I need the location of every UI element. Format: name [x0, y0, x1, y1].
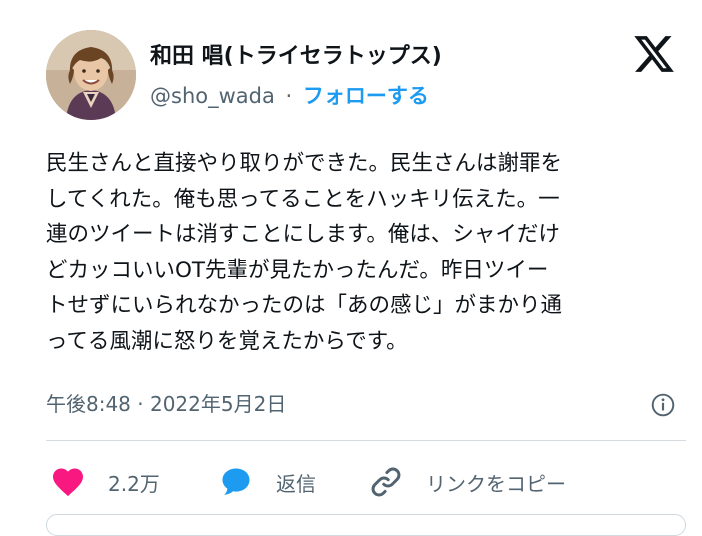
tweet-text-line: トせずにいられなかったのは「あの感じ」がまかり通: [46, 293, 563, 318]
tweet-text-line: 連のツイートは消すことにします。俺は、シャイだけ: [46, 222, 560, 247]
like-count: 2.2万: [108, 471, 160, 496]
tweet-text-line: ってる風潮に怒りを覚えたからです。: [46, 328, 408, 354]
separator-dot: ·: [285, 84, 293, 108]
author-display-name[interactable]: 和田 唱(トライセラトップス): [150, 38, 442, 70]
author-handle[interactable]: @sho_wada: [150, 84, 275, 108]
tweet-text-line: 民生さんと直接やり取りができた。民生さんは謝罪を: [46, 151, 563, 176]
heart-icon: [53, 468, 83, 497]
tweet-text-line: どカッコいいOT先輩が見たかったんだ。昨日ツイー: [46, 257, 549, 283]
copy-link-label: リンクをコピー: [426, 471, 566, 496]
link-icon: [371, 467, 401, 497]
follow-button[interactable]: フォローする: [303, 84, 429, 108]
author-handle-row: @sho_wada · フォローする: [150, 80, 429, 110]
tweet-embed-card: 和田 唱(トライセラトップス) @sho_wada · フォローする 民生さんと…: [0, 0, 702, 536]
info-icon[interactable]: [650, 392, 676, 418]
read-replies-button-edge[interactable]: [46, 514, 686, 536]
tweet-text: 民生さんと直接やり取りができた。民生さんは謝罪を してくれた。俺も思ってることを…: [46, 146, 686, 359]
avatar[interactable]: [46, 30, 136, 120]
like-button[interactable]: 2.2万: [50, 462, 160, 502]
x-logo-icon[interactable]: [632, 32, 676, 76]
action-bar: 2.2万 返信 リンクをコピー: [46, 462, 686, 502]
divider: [46, 440, 686, 441]
avatar-image: [46, 30, 136, 120]
tweet-timestamp[interactable]: 午後8:48 · 2022年5月2日: [46, 388, 286, 417]
tweet-text-line: してくれた。俺も思ってることをハッキリ伝えた。一: [46, 186, 560, 212]
reply-button[interactable]: 返信: [218, 462, 316, 502]
copy-link-button[interactable]: リンクをコピー: [368, 462, 566, 502]
reply-bubble-icon: [222, 468, 250, 495]
reply-label: 返信: [276, 471, 316, 496]
